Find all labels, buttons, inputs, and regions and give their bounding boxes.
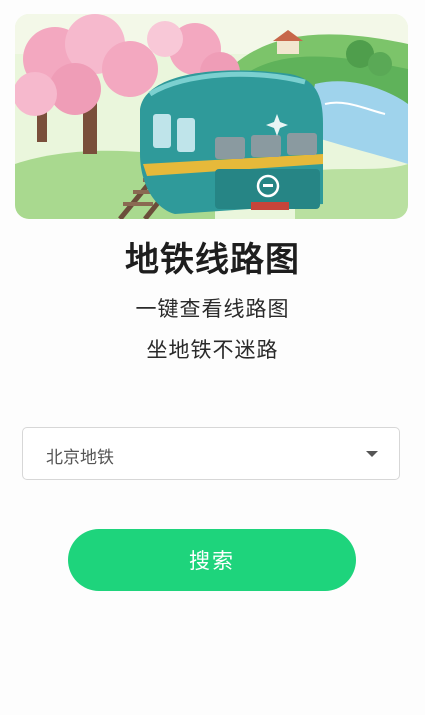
city-select-value: 北京地铁 — [46, 448, 114, 468]
search-button[interactable]: 搜索 — [68, 529, 356, 591]
train-illustration — [15, 14, 408, 219]
page: 地铁线路图 一键查看线路图 坐地铁不迷路 北京地铁 搜索 — [0, 0, 425, 715]
banner-illustration — [15, 14, 408, 219]
city-select[interactable]: 北京地铁 — [22, 427, 400, 480]
subtitle-line-1: 一键查看线路图 — [135, 297, 290, 321]
page-title: 地铁线路图 — [125, 240, 300, 280]
subtitle-line-2: 坐地铁不迷路 — [146, 338, 279, 362]
chevron-down-icon — [366, 451, 378, 457]
